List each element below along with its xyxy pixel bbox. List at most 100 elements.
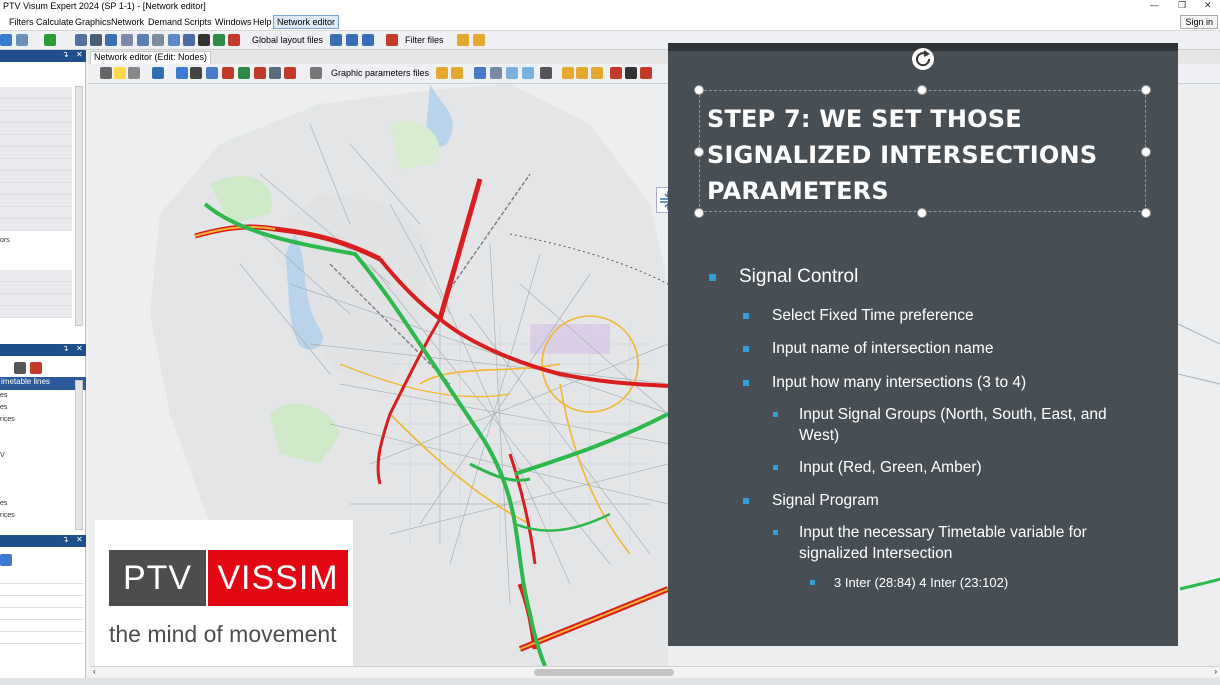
- hand-icon[interactable]: [562, 67, 574, 79]
- minimize-icon[interactable]: —: [1150, 0, 1159, 10]
- resize-handle[interactable]: [694, 147, 704, 157]
- layout-icon-2[interactable]: [346, 34, 358, 46]
- list-item[interactable]: [0, 183, 72, 195]
- layers-icon[interactable]: [222, 67, 234, 79]
- menu-demand[interactable]: Demand: [148, 17, 182, 27]
- list-item[interactable]: [0, 87, 72, 99]
- scrollbar[interactable]: [75, 380, 83, 530]
- redo-icon[interactable]: [16, 34, 28, 46]
- marker-icon[interactable]: [176, 67, 188, 79]
- pin-icon[interactable]: ↴: [62, 50, 69, 59]
- resize-handle[interactable]: [1141, 85, 1151, 95]
- resize-handle[interactable]: [694, 85, 704, 95]
- slide-title[interactable]: STEP 7: WE SET THOSE SIGNALIZED INTERSEC…: [707, 101, 1107, 209]
- list-item[interactable]: [0, 270, 72, 282]
- run-icon[interactable]: [44, 34, 56, 46]
- menu-scripts[interactable]: Scripts: [184, 17, 212, 27]
- list-item[interactable]: [0, 159, 72, 171]
- list-item[interactable]: rices: [0, 512, 15, 519]
- restore-icon[interactable]: ❐: [1178, 0, 1186, 11]
- list-item[interactable]: [0, 596, 84, 608]
- layout-icon-1[interactable]: [330, 34, 342, 46]
- building-icon[interactable]: [213, 34, 225, 46]
- list-item[interactable]: [0, 195, 72, 207]
- menu-filters[interactable]: Filters: [9, 17, 34, 27]
- graphic-parameters-files[interactable]: Graphic parameters files: [331, 68, 429, 78]
- scrollbar[interactable]: [75, 86, 83, 326]
- pencil-icon[interactable]: [576, 67, 588, 79]
- grid-icon[interactable]: [152, 34, 164, 46]
- move-icon[interactable]: [100, 67, 112, 79]
- back-icon[interactable]: [506, 67, 518, 79]
- list-item[interactable]: es: [0, 392, 7, 399]
- list-item[interactable]: [0, 584, 84, 596]
- stop-icon[interactable]: [30, 362, 42, 374]
- flow-icon[interactable]: [183, 34, 195, 46]
- close-icon[interactable]: ✕: [76, 535, 83, 544]
- save-icon[interactable]: [0, 554, 12, 566]
- pin-icon[interactable]: ↴: [62, 535, 69, 544]
- close-icon[interactable]: ✕: [76, 344, 83, 353]
- horizontal-scrollbar[interactable]: ‹ ›: [90, 666, 1220, 678]
- tab-network-editor[interactable]: Network editor (Edit: Nodes): [90, 51, 212, 64]
- edit-icon[interactable]: [254, 67, 266, 79]
- record-icon[interactable]: [14, 362, 26, 374]
- close-icon[interactable]: ✕: [76, 50, 83, 59]
- network-icon[interactable]: [75, 34, 87, 46]
- filter-icon[interactable]: [386, 34, 398, 46]
- list-item[interactable]: es: [0, 404, 7, 411]
- download-icon[interactable]: [105, 34, 117, 46]
- list-item[interactable]: [0, 572, 84, 584]
- list-item[interactable]: es: [0, 500, 7, 507]
- graph-icon[interactable]: [168, 34, 180, 46]
- resize-handle[interactable]: [917, 85, 927, 95]
- resize-handle[interactable]: [1141, 147, 1151, 157]
- pin-icon[interactable]: ↴: [62, 344, 69, 353]
- list-item[interactable]: [0, 620, 84, 632]
- list-item[interactable]: [0, 147, 72, 159]
- menu-calculate[interactable]: Calculate: [36, 17, 74, 27]
- undo-icon[interactable]: [0, 34, 12, 46]
- list-item[interactable]: [0, 111, 72, 123]
- globe-icon[interactable]: [152, 67, 164, 79]
- circle-icon[interactable]: [198, 34, 210, 46]
- table-icon[interactable]: [238, 67, 250, 79]
- zoom-area-icon[interactable]: [490, 67, 502, 79]
- brush-icon[interactable]: [591, 67, 603, 79]
- menu-network[interactable]: Network: [111, 17, 144, 27]
- filter-files[interactable]: Filter files: [405, 35, 444, 45]
- forward-icon[interactable]: [522, 67, 534, 79]
- menu-network-editor[interactable]: Network editor: [273, 15, 340, 29]
- sign-in-button[interactable]: Sign in: [1180, 15, 1218, 29]
- folder-open-icon[interactable]: [436, 67, 448, 79]
- list-item[interactable]: [0, 171, 72, 183]
- home-icon[interactable]: [90, 34, 102, 46]
- resize-handle[interactable]: [917, 208, 927, 218]
- list-item[interactable]: [0, 219, 72, 231]
- list-icon[interactable]: [206, 67, 218, 79]
- zoom-icon[interactable]: [128, 67, 140, 79]
- rotate-icon[interactable]: [911, 47, 935, 71]
- select-icon[interactable]: [114, 67, 126, 79]
- scroll-right-icon[interactable]: ›: [1214, 667, 1217, 676]
- layout-icon-3[interactable]: [362, 34, 374, 46]
- resize-handle[interactable]: [694, 208, 704, 218]
- list-item[interactable]: [0, 282, 72, 294]
- scroll-left-icon[interactable]: ‹: [93, 667, 96, 676]
- resize-handle[interactable]: [1141, 208, 1151, 218]
- zoom-fit-icon[interactable]: [474, 67, 486, 79]
- list-icon[interactable]: [121, 34, 133, 46]
- list-item[interactable]: [0, 632, 84, 644]
- folder-save-icon[interactable]: [473, 34, 485, 46]
- list-item[interactable]: [0, 608, 84, 620]
- scroll-thumb[interactable]: [534, 669, 674, 676]
- binoculars-icon[interactable]: [190, 67, 202, 79]
- view-icon[interactable]: [540, 67, 552, 79]
- list-item[interactable]: rices: [0, 416, 15, 423]
- global-layout-files[interactable]: Global layout files: [252, 35, 323, 45]
- table-icon[interactable]: [137, 34, 149, 46]
- list-item[interactable]: V: [0, 452, 5, 459]
- list-item[interactable]: [0, 135, 72, 147]
- menu-graphics[interactable]: Graphics: [75, 17, 111, 27]
- screenshot-icon[interactable]: [640, 67, 652, 79]
